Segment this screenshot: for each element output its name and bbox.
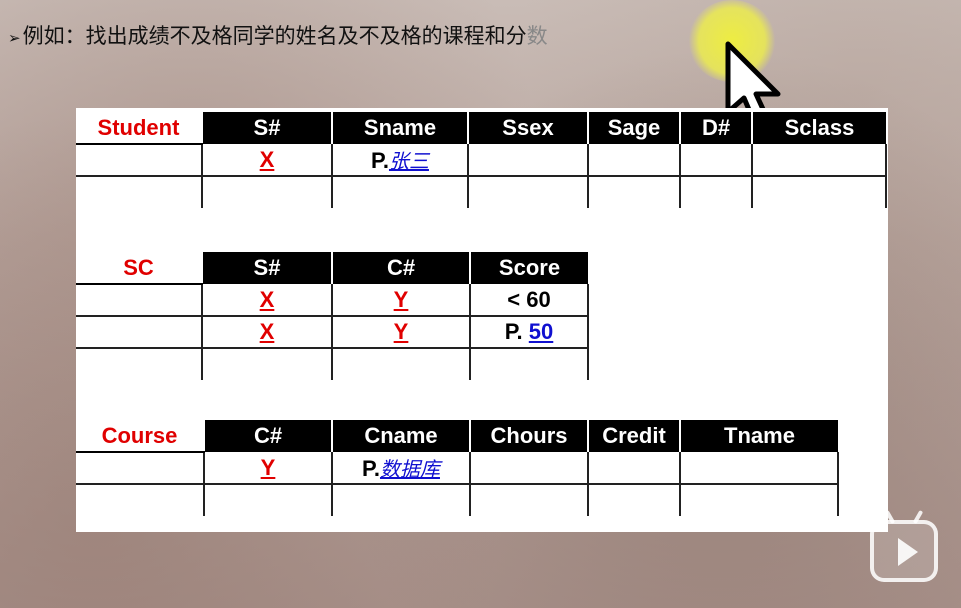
table-cell[interactable] <box>587 176 680 208</box>
table-cell[interactable] <box>751 176 887 208</box>
example-variable: X <box>259 146 275 172</box>
table-cell[interactable] <box>331 484 470 516</box>
bullet-arrow-icon: ➢ <box>8 29 21 47</box>
column-header: S# <box>201 252 332 284</box>
column-header: D# <box>679 112 752 144</box>
example-variable: X <box>259 319 275 344</box>
print-operator: P. <box>371 148 389 173</box>
example-value: 数据库 <box>379 457 440 481</box>
table-cell[interactable] <box>679 144 752 177</box>
table-cell[interactable]: Y <box>203 452 332 485</box>
table-cell[interactable] <box>203 484 332 516</box>
heading-tail: 数 <box>526 24 548 48</box>
relation-name: Student <box>76 112 202 145</box>
play-icon-ear <box>912 509 924 525</box>
table-cell[interactable] <box>201 348 332 380</box>
column-header: Cname <box>331 420 470 452</box>
relation-name: Course <box>76 420 204 453</box>
table-cell[interactable]: X <box>201 144 332 177</box>
table-cell[interactable]: Y <box>331 316 470 349</box>
sc-table: SC S# C# Score X Y < 60 X Y P. 50 <box>76 252 589 380</box>
example-value: 50 <box>528 319 554 344</box>
video-player-icon[interactable] <box>870 509 938 582</box>
table-cell[interactable] <box>76 284 202 317</box>
table-cell[interactable]: X <box>201 316 332 349</box>
table-cell[interactable]: P.数据库 <box>331 452 470 485</box>
table-cell[interactable] <box>587 144 680 177</box>
table-cell[interactable] <box>469 452 588 485</box>
course-table: Course C# Cname Chours Credit Tname Y P.… <box>76 420 839 516</box>
table-cell[interactable] <box>76 316 202 349</box>
table-cell[interactable]: P.张三 <box>331 144 468 177</box>
table-cell[interactable] <box>469 348 589 380</box>
table-cell[interactable] <box>331 348 470 380</box>
table-cell[interactable] <box>201 176 332 208</box>
heading-text: 例如：找出成绩不及格同学的姓名及不及格的课程和分 <box>22 24 527 48</box>
example-variable: Y <box>393 286 409 312</box>
column-header: Sclass <box>751 112 886 144</box>
table-cell[interactable] <box>331 176 468 208</box>
example-variable: Y <box>260 454 276 480</box>
table-cell[interactable] <box>679 176 752 208</box>
table-cell[interactable] <box>76 484 204 516</box>
table-cell[interactable] <box>76 144 202 177</box>
column-header: Credit <box>587 420 680 452</box>
student-table: Student S# Sname Ssex Sage D# Sclass X P… <box>76 112 887 208</box>
table-cell[interactable]: < 60 <box>469 284 589 317</box>
print-operator: P. <box>362 456 380 481</box>
table-cell[interactable] <box>587 484 680 516</box>
condition: < 60 <box>507 286 551 312</box>
column-header: C# <box>331 252 470 284</box>
table-cell[interactable]: X <box>201 284 332 317</box>
table-cell[interactable] <box>76 176 202 208</box>
table-cell[interactable] <box>679 452 839 485</box>
column-header: C# <box>203 420 332 452</box>
table-cell[interactable] <box>587 452 680 485</box>
table-cell[interactable] <box>76 348 202 380</box>
example-value: 张三 <box>388 149 429 173</box>
table-cell[interactable] <box>76 452 204 485</box>
table-cell[interactable] <box>679 484 839 516</box>
relation-name: SC <box>76 252 202 285</box>
example-variable: X <box>259 286 275 312</box>
table-cell[interactable] <box>751 144 887 177</box>
table-cell[interactable]: Y <box>331 284 470 317</box>
column-header: Ssex <box>467 112 588 144</box>
column-header: S# <box>201 112 332 144</box>
column-header: Sage <box>587 112 680 144</box>
table-cell[interactable] <box>467 176 588 208</box>
column-header: Score <box>469 252 588 284</box>
column-header: Tname <box>679 420 838 452</box>
print-operator: P. <box>504 319 523 344</box>
qbe-panel: Student S# Sname Ssex Sage D# Sclass X P… <box>76 108 888 532</box>
table-cell[interactable] <box>467 144 588 177</box>
table-cell[interactable] <box>469 484 588 516</box>
column-header: Sname <box>331 112 468 144</box>
play-triangle-icon <box>898 538 918 566</box>
table-cell[interactable]: P. 50 <box>469 316 589 349</box>
example-variable: Y <box>393 319 409 344</box>
slide-heading: ➢例如：找出成绩不及格同学的姓名及不及格的课程和分数 <box>8 20 548 50</box>
column-header: Chours <box>469 420 588 452</box>
